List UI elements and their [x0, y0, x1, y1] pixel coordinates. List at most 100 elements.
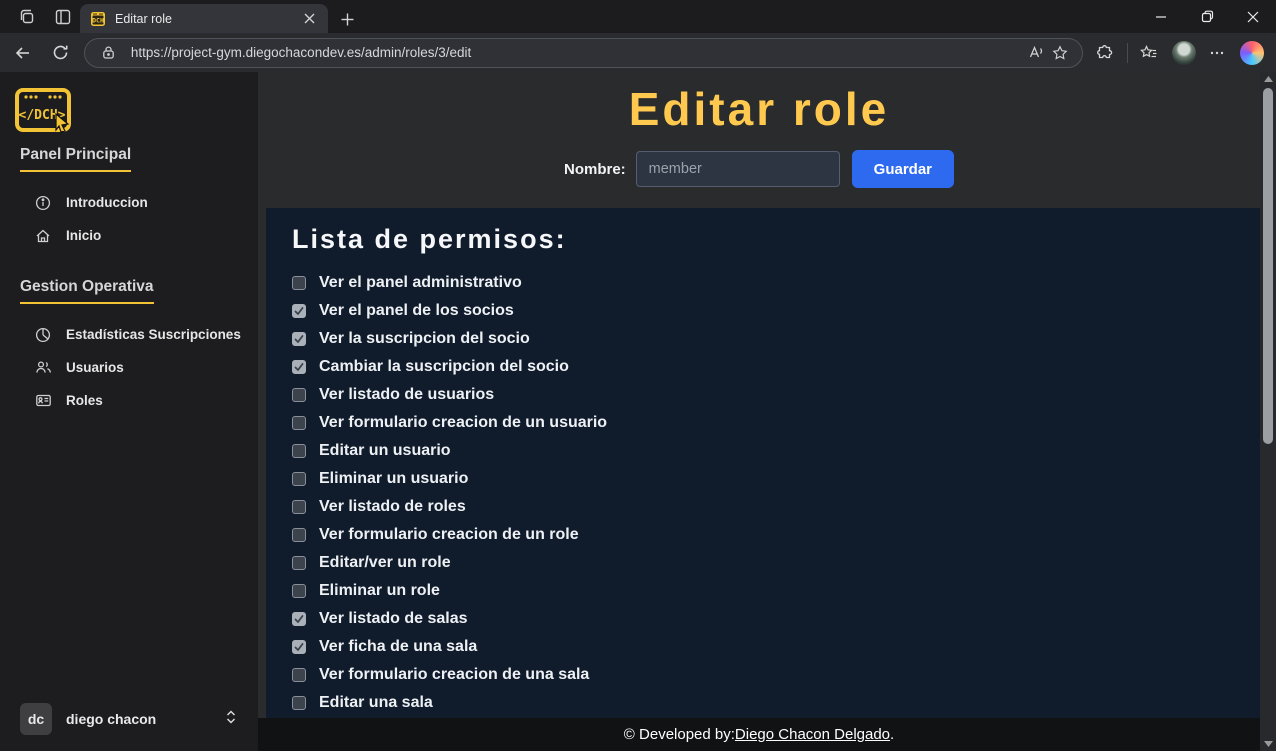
sidebar-item-label: Roles — [66, 393, 103, 408]
permission-label: Editar un usuario — [319, 442, 451, 460]
permission-label: Ver el panel de los socios — [319, 302, 514, 320]
permission-label: Ver listado de roles — [319, 498, 466, 516]
permissions-list: Ver el panel administrativo Ver el panel… — [292, 269, 1260, 717]
permission-label: Ver listado de salas — [319, 610, 468, 628]
permission-checkbox[interactable] — [292, 444, 306, 458]
permission-checkbox[interactable] — [292, 556, 306, 570]
permission-checkbox[interactable] — [292, 416, 306, 430]
permission-row: Ver listado de roles — [292, 493, 1260, 521]
permission-row: Ver listado de usuarios — [292, 381, 1260, 409]
name-label: Nombre: — [564, 161, 626, 178]
permission-label: Editar una sala — [319, 694, 433, 712]
toolbar-divider — [1127, 43, 1128, 63]
permission-row: Ver formulario creacion de un role — [292, 521, 1260, 549]
favorites-hub-icon[interactable] — [1136, 40, 1162, 66]
permission-label: Ver ficha de una sala — [319, 638, 477, 656]
back-icon[interactable] — [8, 38, 38, 68]
sidebar-item-roles[interactable]: Roles — [0, 384, 258, 417]
scroll-up-icon[interactable] — [1260, 72, 1276, 86]
browser-window: DCH Editar role — [0, 0, 1276, 751]
permission-checkbox[interactable] — [292, 304, 306, 318]
footer-text: © Developed by: — [624, 726, 735, 743]
footer-suffix: . — [890, 726, 894, 743]
permission-checkbox[interactable] — [292, 668, 306, 682]
developer-link[interactable]: Diego Chacon Delgado — [735, 726, 890, 743]
tab-strip: DCH Editar role — [0, 0, 1276, 33]
chevron-updown-icon[interactable] — [224, 709, 238, 730]
permission-checkbox[interactable] — [292, 360, 306, 374]
permission-checkbox[interactable] — [292, 584, 306, 598]
browser-tab[interactable]: DCH Editar role — [80, 4, 328, 33]
sidebar-item-label: Introduccion — [66, 195, 148, 210]
permission-label: Ver formulario creacion de un usuario — [319, 414, 607, 432]
permission-checkbox[interactable] — [292, 388, 306, 402]
sidebar-item-estadisticas[interactable]: Estadísticas Suscripciones — [0, 318, 258, 351]
permissions-panel: Lista de permisos: Ver el panel administ… — [266, 208, 1260, 718]
new-tab-icon[interactable] — [336, 8, 358, 30]
permission-row: Editar/ver un role — [292, 549, 1260, 577]
sidebar-item-label: Estadísticas Suscripciones — [66, 327, 241, 342]
read-aloud-icon[interactable] — [1024, 41, 1048, 65]
sidebar-section-gestion-operativa: Gestion Operativa — [20, 278, 154, 304]
refresh-icon[interactable] — [46, 38, 76, 68]
lock-icon[interactable] — [97, 41, 121, 65]
permission-row: Ver ficha de una sala — [292, 633, 1260, 661]
permission-checkbox[interactable] — [292, 612, 306, 626]
scrollbar-thumb[interactable] — [1263, 88, 1273, 444]
permission-label: Editar/ver un role — [319, 554, 451, 572]
sidebar-item-inicio[interactable]: Inicio — [0, 219, 258, 252]
users-icon — [34, 359, 52, 377]
scrollbar[interactable] — [1260, 72, 1276, 751]
permission-label: Ver listado de usuarios — [319, 386, 494, 404]
permission-checkbox[interactable] — [292, 640, 306, 654]
address-bar[interactable]: https://project-gym.diegochacondev.es/ad… — [84, 38, 1083, 68]
permission-checkbox[interactable] — [292, 696, 306, 710]
info-icon — [34, 194, 52, 212]
sidebar-item-introduccion[interactable]: Introduccion — [0, 186, 258, 219]
settings-ellipsis-icon[interactable] — [1204, 40, 1230, 66]
minimize-button[interactable] — [1138, 0, 1184, 33]
restore-button[interactable] — [1184, 0, 1230, 33]
extensions-icon[interactable] — [1091, 40, 1117, 66]
permission-row: Cambiar la suscripcion del socio — [292, 353, 1260, 381]
permission-checkbox[interactable] — [292, 500, 306, 514]
permission-label: Ver la suscripcion del socio — [319, 330, 530, 348]
close-button[interactable] — [1230, 0, 1276, 33]
browser-toolbar: https://project-gym.diegochacondev.es/ad… — [0, 33, 1276, 72]
permission-row: Ver formulario creacion de un usuario — [292, 409, 1260, 437]
workspaces-icon[interactable] — [16, 6, 38, 28]
user-name: diego chacon — [66, 711, 224, 727]
favorite-star-icon[interactable] — [1048, 41, 1072, 65]
permission-checkbox[interactable] — [292, 472, 306, 486]
permission-row: Editar un usuario — [292, 437, 1260, 465]
sidebar-item-label: Usuarios — [66, 360, 124, 375]
user-avatar: dc — [20, 703, 52, 735]
user-menu[interactable]: dc diego chacon — [20, 703, 238, 735]
scroll-down-icon[interactable] — [1260, 737, 1276, 751]
permission-checkbox[interactable] — [292, 332, 306, 346]
sidebar: </DCH> Panel Principal Introduccion — [0, 72, 258, 751]
permission-row: Ver formulario creacion de una sala — [292, 661, 1260, 689]
svg-text:DCH: DCH — [92, 16, 104, 24]
tab-close-icon[interactable] — [300, 10, 318, 28]
profile-avatar[interactable] — [1172, 41, 1196, 65]
sidebar-item-label: Inicio — [66, 228, 101, 243]
home-icon — [34, 227, 52, 245]
id-card-icon — [34, 392, 52, 410]
url-text[interactable]: https://project-gym.diegochacondev.es/ad… — [131, 45, 1024, 60]
permission-checkbox[interactable] — [292, 276, 306, 290]
permission-row: Ver listado de salas — [292, 605, 1260, 633]
page-footer: © Developed by: Diego Chacon Delgado . — [258, 718, 1260, 751]
role-name-form: Nombre: Guardar — [258, 150, 1260, 188]
role-name-input[interactable] — [636, 151, 840, 187]
save-button[interactable]: Guardar — [852, 150, 954, 188]
permission-label: Ver formulario creacion de una sala — [319, 666, 589, 684]
permission-label: Ver el panel administrativo — [319, 274, 522, 292]
copilot-icon[interactable] — [1240, 41, 1264, 65]
site-favicon: DCH — [90, 11, 106, 27]
permission-row: Editar una sala — [292, 689, 1260, 717]
permission-checkbox[interactable] — [292, 528, 306, 542]
permission-row: Ver la suscripcion del socio — [292, 325, 1260, 353]
sidebar-item-usuarios[interactable]: Usuarios — [0, 351, 258, 384]
tab-actions-icon[interactable] — [52, 6, 74, 28]
